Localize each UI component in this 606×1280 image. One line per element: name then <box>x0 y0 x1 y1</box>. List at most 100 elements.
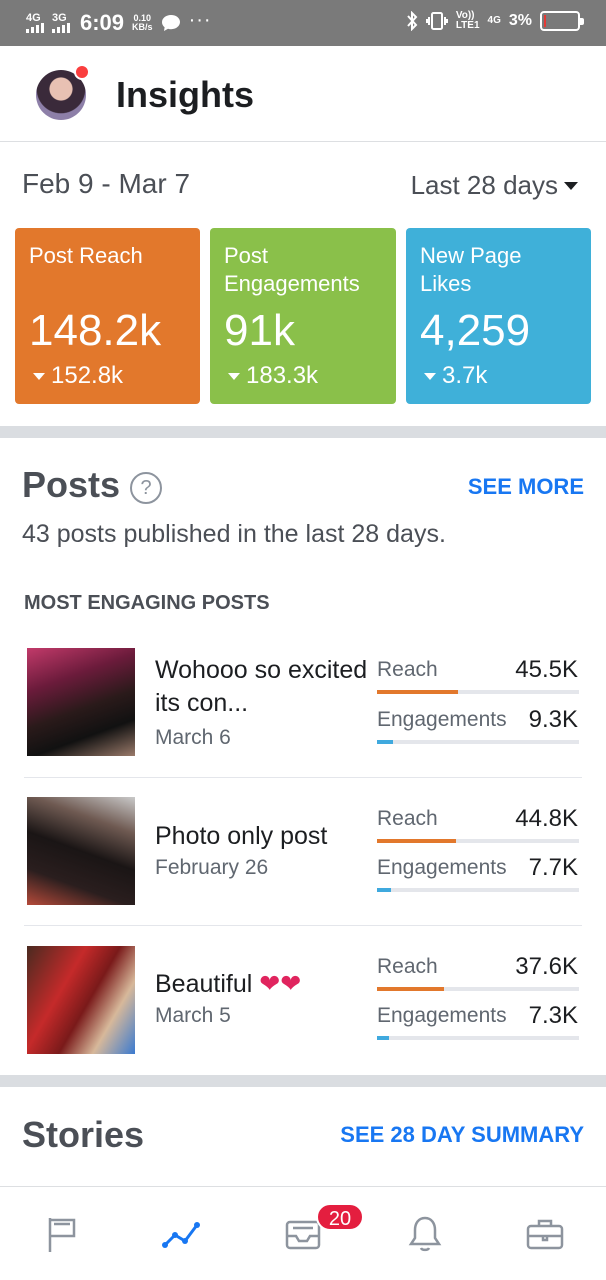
section-divider <box>0 426 606 438</box>
metric-delta: 152.8k <box>33 362 123 390</box>
battery-fill <box>544 15 546 27</box>
metric-delta-value: 152.8k <box>51 362 124 389</box>
metric-card-post-engagements[interactable]: Post Engagements 91k 183.3k <box>210 228 396 404</box>
flag-icon <box>48 1218 76 1252</box>
posts-heading: Posts <box>22 464 121 505</box>
inbox-badge: 20 <box>316 1203 364 1231</box>
reach-bar <box>377 987 579 991</box>
metric-value: 91k <box>224 306 295 355</box>
metric-delta-value: 183.3k <box>246 362 319 389</box>
reach-bar-fill <box>377 690 458 694</box>
metric-label: Post Engagements <box>224 243 360 296</box>
heart-icon: ❤❤ <box>259 970 302 998</box>
post-date: March 5 <box>155 1004 231 1027</box>
caret-down-icon <box>564 181 578 190</box>
battery-percent: 3% <box>508 12 532 29</box>
stories-heading: Stories <box>22 1114 145 1155</box>
period-label: Last 28 days <box>410 170 558 200</box>
post-row[interactable]: Beautiful ❤❤ March 5 Reach 37.6K Engagem… <box>24 926 582 1074</box>
notification-dot <box>74 64 90 80</box>
reach-value: 37.6K <box>515 953 578 980</box>
vibrate-icon <box>425 12 448 30</box>
metric-value: 148.2k <box>29 306 162 355</box>
engagements-bar <box>377 1036 579 1040</box>
down-triangle-icon <box>33 372 45 380</box>
app-header: Insights <box>0 46 606 142</box>
engagements-value: 9.3K <box>528 706 578 733</box>
clock: 6:09 <box>80 10 125 35</box>
see-summary-link[interactable]: SEE 28 DAY SUMMARY <box>340 1122 584 1148</box>
post-date: March 6 <box>155 726 231 749</box>
post-text: Beautiful ❤❤ <box>155 968 370 1001</box>
posts-summary: 43 posts published in the last 28 days. <box>22 520 446 548</box>
post-row[interactable]: Wohooo so excited its con... March 6 Rea… <box>24 630 582 778</box>
post-row[interactable]: Photo only post February 26 Reach 44.8K … <box>24 778 582 926</box>
sim1-signal: 4G <box>26 13 44 33</box>
bell-icon <box>408 1216 442 1252</box>
reach-label: Reach <box>377 658 438 681</box>
status-left: 4G 3G 6:09 0.10 KB/s ··· <box>26 8 212 36</box>
network-speed: 0.10 KB/s <box>132 14 153 32</box>
metric-delta-value: 3.7k <box>442 362 488 389</box>
reach-bar-fill <box>377 839 456 843</box>
nav-notifications[interactable] <box>395 1209 455 1259</box>
reach-value: 45.5K <box>515 656 578 683</box>
insights-icon <box>162 1222 200 1248</box>
metric-value: 4,259 <box>420 306 531 355</box>
post-date: February 26 <box>155 856 269 879</box>
engagements-bar-fill <box>377 740 394 744</box>
more-notifications-icon: ··· <box>188 8 212 31</box>
engagements-value: 7.3K <box>528 1002 578 1029</box>
metric-delta: 3.7k <box>424 362 487 390</box>
nav-insights[interactable] <box>152 1209 212 1259</box>
reach-value: 44.8K <box>515 805 578 832</box>
reach-bar-fill <box>377 987 444 991</box>
status-right: Vo)) LTE1 4G 3% <box>406 11 584 31</box>
reach-bar <box>377 839 579 843</box>
engagements-value: 7.7K <box>528 854 578 881</box>
sim1-label: 4G <box>26 12 41 24</box>
network-4g: 4G <box>487 15 501 26</box>
see-more-link[interactable]: SEE MORE <box>468 474 584 500</box>
nav-page[interactable] <box>32 1209 92 1259</box>
signal-bars-icon <box>26 23 44 33</box>
post-text-content: Beautiful <box>155 970 253 998</box>
down-triangle-icon <box>424 372 436 380</box>
speed-unit: KB/s <box>132 22 153 32</box>
engagements-bar-fill <box>377 1036 390 1040</box>
most-engaging-label: MOST ENGAGING POSTS <box>24 592 270 614</box>
sim2-label: 3G <box>52 12 67 24</box>
reach-bar <box>377 690 579 694</box>
metric-card-post-reach[interactable]: Post Reach 148.2k 152.8k <box>15 228 200 404</box>
reach-label: Reach <box>377 955 438 978</box>
post-thumbnail <box>27 648 135 756</box>
signal-bars-icon <box>52 23 70 33</box>
nav-tools[interactable] <box>515 1209 575 1259</box>
reach-label: Reach <box>377 807 438 830</box>
bluetooth-icon <box>407 11 418 31</box>
engagements-label: Engagements <box>377 708 507 731</box>
page-title: Insights <box>116 74 255 115</box>
metric-label: Post Reach <box>29 243 143 268</box>
help-icon[interactable]: ? <box>130 472 162 504</box>
engagements-bar <box>377 740 579 744</box>
chat-bubble-icon <box>161 15 180 31</box>
post-text: Photo only post <box>155 822 328 850</box>
section-divider <box>0 1075 606 1087</box>
metric-label: New Page Likes <box>420 243 522 296</box>
period-selector[interactable]: Last 28 days <box>411 170 578 201</box>
down-triangle-icon <box>228 372 240 380</box>
engagements-bar <box>377 888 579 892</box>
lte-label: LTE1 <box>455 20 480 31</box>
engagements-bar-fill <box>377 888 392 892</box>
sim2-signal: 3G <box>52 13 70 33</box>
post-thumbnail <box>27 797 135 905</box>
bottom-nav: 20 <box>0 1186 606 1280</box>
metric-card-new-page-likes[interactable]: New Page Likes 4,259 3.7k <box>406 228 591 404</box>
post-text: Wohooo so excited its con... <box>155 656 368 717</box>
status-bar: 4G 3G 6:09 0.10 KB/s ··· Vo)) LTE1 4G 3% <box>0 0 606 46</box>
volte-indicator: Vo)) LTE1 <box>456 11 480 31</box>
engagements-label: Engagements <box>377 856 507 879</box>
metric-delta: 183.3k <box>228 362 318 390</box>
briefcase-icon <box>526 1219 564 1250</box>
